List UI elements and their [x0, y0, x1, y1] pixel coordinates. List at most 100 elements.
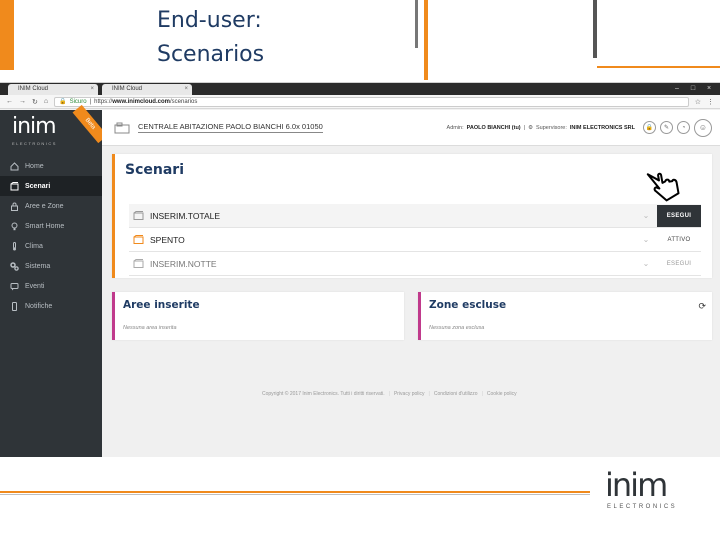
app-logo[interactable]: inim ELECTRONICS Beta	[0, 104, 108, 156]
supervisor-label: Supervisore:	[536, 124, 567, 131]
separator: |	[481, 391, 483, 397]
sidebar-nav: Home Scenari Aree e Zone Smart Home Clim…	[0, 156, 102, 316]
close-icon[interactable]: ×	[184, 84, 188, 95]
esegui-button[interactable]: ESEGUI	[657, 204, 701, 227]
sidebar-item-clima[interactable]: Clima	[0, 236, 102, 256]
attivo-status: ATTIVO	[667, 236, 691, 243]
scenario-icon	[133, 235, 144, 244]
control-panel-icon	[114, 122, 130, 133]
cookie-link[interactable]: Cookie policy	[487, 391, 517, 397]
refresh-icon[interactable]: ⟳	[698, 301, 706, 312]
logo-subtitle: ELECTRONICS	[12, 141, 57, 146]
chevron-down-icon[interactable]: ⌄	[639, 235, 653, 244]
esegui-button[interactable]: ESEGUI	[657, 253, 701, 275]
central-name[interactable]: CENTRALE ABITAZIONE PAOLO BIANCHI 6.0x 0…	[138, 122, 323, 133]
footer-logo: inim ELECTRONICS	[605, 466, 695, 514]
zone-escluse-panel: Zone escluse ⟳ Nessuna zona esclusa	[418, 292, 712, 340]
sidebar-item-scenari[interactable]: Scenari	[0, 176, 102, 196]
panel-title: Scenari	[125, 162, 184, 178]
browser-tab[interactable]: INIM Cloud ×	[8, 84, 98, 95]
scenario-icon	[133, 211, 144, 220]
sidebar-item-label: Smart Home	[25, 222, 65, 230]
admin-label: Admin:	[446, 124, 464, 131]
main-content: CENTRALE ABITAZIONE PAOLO BIANCHI 6.0x 0…	[102, 110, 720, 457]
menu-icon[interactable]: ⋮	[707, 98, 714, 106]
sidebar: inim ELECTRONICS Beta Home Scenari Aree …	[0, 104, 108, 457]
scenario-label: SPENTO	[150, 234, 185, 245]
lock-status-icon[interactable]: 🔒	[643, 121, 656, 134]
app-footer: Copyright © 2017 Inim Electronics. Tutti…	[262, 391, 517, 397]
decorative-orange-bar	[0, 0, 14, 70]
close-icon[interactable]: ×	[90, 84, 94, 95]
lock-secure-icon: 🔒	[59, 98, 67, 105]
gears-icon	[10, 261, 19, 271]
decorative-gray-bar	[415, 0, 418, 48]
sidebar-item-label: Notifiche	[25, 302, 53, 310]
home-icon	[10, 161, 19, 171]
chevron-down-icon[interactable]: ⌄	[639, 211, 653, 220]
sidebar-item-label: Eventi	[25, 282, 45, 290]
wrench-icon[interactable]: ✎	[660, 121, 673, 134]
scenario-list: INSERIM.TOTALE ⌄ ESEGUI SPENTO ⌄ ATTIVO	[129, 204, 701, 276]
sidebar-item-notifiche[interactable]: Notifiche	[0, 296, 102, 316]
sidebar-item-label: Home	[25, 162, 44, 170]
top-icons: 🔒 ✎ ◔	[643, 121, 690, 134]
scenario-row[interactable]: INSERIM.NOTTE ⌄ ESEGUI	[129, 252, 701, 276]
scenari-panel: Scenari INSERIM.TOTALE ⌄ ESEGUI SPENTO ⌄…	[112, 154, 712, 278]
bulb-icon	[10, 222, 19, 231]
sidebar-item-label: Clima	[25, 242, 43, 250]
chevron-down-icon[interactable]: ⌄	[639, 259, 653, 268]
scenario-label: INSERIM.TOTALE	[150, 210, 221, 221]
panel-title: Aree inserite	[123, 299, 200, 311]
sidebar-item-sistema[interactable]: Sistema	[0, 256, 102, 276]
avatar[interactable]: ☺	[694, 118, 712, 137]
close-window-icon[interactable]: ×	[704, 85, 714, 93]
window-controls: – □ ×	[672, 83, 720, 95]
browser-tab[interactable]: INIM Cloud ×	[102, 84, 192, 95]
reload-icon[interactable]: ↻	[32, 98, 38, 106]
separator: |	[428, 391, 430, 397]
admin-name: PAOLO BIANCHI (tu)	[466, 124, 521, 131]
secure-label: Sicuro	[69, 98, 87, 105]
decorative-gray-bar	[593, 0, 597, 58]
minimize-icon[interactable]: –	[672, 85, 682, 93]
conditions-link[interactable]: Condizioni d'utilizzo	[434, 391, 478, 397]
thermometer-icon	[10, 241, 19, 251]
scenario-row[interactable]: INSERIM.TOTALE ⌄ ESEGUI	[129, 204, 701, 228]
sidebar-item-label: Sistema	[25, 262, 51, 270]
slide-title-line: End-user:	[157, 8, 262, 33]
maximize-icon[interactable]: □	[688, 85, 698, 93]
forward-icon[interactable]: →	[19, 98, 26, 105]
back-icon[interactable]: ←	[6, 98, 13, 105]
bell-icon[interactable]: ◔	[677, 121, 690, 134]
sidebar-item-label: Aree e Zone	[25, 202, 64, 210]
footer-orange-line	[0, 491, 590, 493]
top-bar: CENTRALE ABITAZIONE PAOLO BIANCHI 6.0x 0…	[102, 110, 720, 146]
scenario-icon	[133, 259, 144, 268]
footer-logo-text: inim	[605, 466, 668, 504]
aree-inserite-panel: Aree inserite Nessuna area inserita	[112, 292, 404, 340]
scenario-row[interactable]: SPENTO ⌄ ATTIVO	[129, 228, 701, 252]
decorative-orange-bar	[424, 0, 428, 80]
sidebar-item-smart-home[interactable]: Smart Home	[0, 216, 102, 236]
browser-tab-bar: INIM Cloud × INIM Cloud × – □ ×	[0, 83, 720, 95]
footer-gray-line	[0, 494, 590, 495]
home-nav-icon[interactable]: ⌂	[44, 98, 48, 105]
sidebar-item-home[interactable]: Home	[0, 156, 102, 176]
panel-subtitle: Nessuna area inserita	[123, 325, 177, 331]
privacy-link[interactable]: Privacy policy	[394, 391, 425, 397]
user-info: Admin: PAOLO BIANCHI (tu) | ⚙ Supervisor…	[447, 125, 635, 131]
logo-text: inim	[12, 114, 57, 139]
star-icon[interactable]: ☆	[695, 98, 701, 106]
url-input[interactable]: 🔒 Sicuro | https://www.inimcloud.com/sce…	[54, 96, 689, 107]
panel-subtitle: Nessuna zona esclusa	[429, 325, 485, 331]
phone-icon	[10, 301, 19, 311]
supervisor-icon: ⚙	[528, 124, 534, 131]
address-separator: |	[89, 98, 92, 105]
separator: |	[523, 124, 526, 131]
scenario-label: INSERIM.NOTTE	[150, 258, 217, 269]
sidebar-item-label: Scenari	[25, 182, 51, 190]
sidebar-item-eventi[interactable]: Eventi	[0, 276, 102, 296]
app-container: inim ELECTRONICS Beta Home Scenari Aree …	[0, 104, 720, 457]
sidebar-item-aree-zone[interactable]: Aree e Zone	[0, 196, 102, 216]
